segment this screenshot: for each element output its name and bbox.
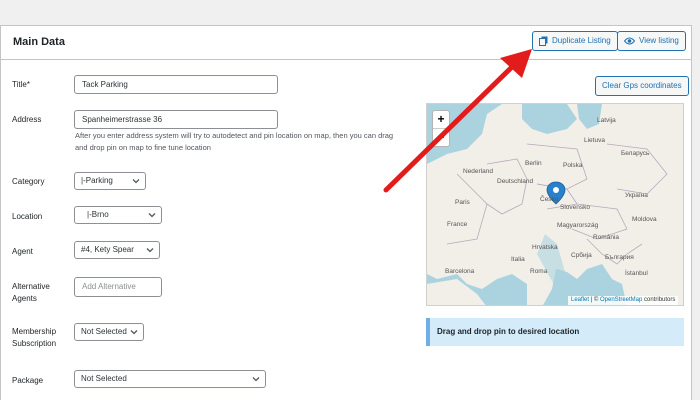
map-label: Nederland <box>463 168 493 175</box>
drag-pin-notice: Drag and drop pin to desired location <box>426 318 684 346</box>
location-select[interactable]: |-Brno <box>74 206 162 224</box>
category-select[interactable]: |-Parking <box>74 172 146 190</box>
map-label: България <box>605 254 634 261</box>
address-input[interactable]: Spanheimerstrasse 36 <box>74 110 278 129</box>
map-label: Slovensko <box>560 204 590 211</box>
map-label: France <box>447 221 468 228</box>
map-label: Česko <box>540 196 559 203</box>
chevron-down-icon <box>146 248 154 253</box>
map-label: Lietuva <box>584 137 605 144</box>
map-label: Italia <box>511 256 525 263</box>
attribution-tail: contributors <box>642 297 676 303</box>
map-label: Беларусь <box>621 150 650 157</box>
clear-gps-label: Clear Gps coordinates <box>602 81 682 90</box>
title-label: Title* <box>12 80 30 89</box>
duplicate-listing-button[interactable]: Duplicate Listing <box>532 31 618 51</box>
attribution-separator: | © <box>589 297 600 303</box>
map-label: România <box>593 234 620 241</box>
map-label: Moldova <box>632 216 657 223</box>
map-label: Hrvatska <box>532 244 558 251</box>
address-help-text: After you enter address system will try … <box>75 131 394 152</box>
leaflet-link[interactable]: Leaflet <box>571 297 589 303</box>
package-select[interactable]: Not Selected <box>74 370 266 388</box>
package-label: Package <box>12 376 44 385</box>
map-zoom-control: + − <box>432 110 450 147</box>
membership-value: Not Selected <box>81 327 127 336</box>
map-label: Србија <box>571 252 592 259</box>
chevron-down-icon <box>132 179 140 184</box>
address-label: Address <box>12 115 42 124</box>
location-value: |-Brno <box>87 210 109 219</box>
location-map[interactable]: Latvija Lietuva Berlin Nederland Deutsch… <box>426 103 684 306</box>
clear-gps-button[interactable]: Clear Gps coordinates <box>595 76 689 96</box>
package-value: Not Selected <box>81 374 127 383</box>
map-attribution: Leaflet | © OpenStreetMap contributors <box>568 296 679 305</box>
agent-select[interactable]: #4, Kety Spear <box>74 241 160 259</box>
view-listing-button[interactable]: View listing <box>617 31 686 51</box>
category-label: Category <box>12 177 45 186</box>
map-label: Latvija <box>597 117 616 124</box>
agent-value: #4, Kety Spear <box>81 245 134 254</box>
map-label: Magyarország <box>557 222 599 229</box>
zoom-in-button[interactable]: + <box>433 111 449 129</box>
panel-title: Main Data <box>13 36 65 48</box>
map-label: İstanbul <box>625 270 648 277</box>
alternative-agents-input[interactable]: Add Alternative <box>74 277 162 297</box>
map-label: Roma <box>530 268 548 275</box>
map-label: Polska <box>563 162 583 169</box>
agent-label: Agent <box>12 247 33 256</box>
title-input[interactable]: Tack Parking <box>74 75 278 94</box>
map-label: Paris <box>455 199 470 206</box>
map-label: Berlin <box>525 160 542 167</box>
eye-icon <box>624 37 635 45</box>
map-label: Україна <box>625 192 648 199</box>
map-label: Deutschland <box>497 178 534 185</box>
openstreetmap-link[interactable]: OpenStreetMap <box>600 297 642 303</box>
chevron-down-icon <box>148 213 156 218</box>
copy-icon <box>539 36 548 46</box>
zoom-out-button[interactable]: − <box>433 129 449 147</box>
chevron-down-icon <box>130 330 138 335</box>
chevron-down-icon <box>252 377 260 382</box>
view-listing-label: View listing <box>639 36 679 45</box>
membership-label: Membership Subscription <box>12 327 57 348</box>
duplicate-listing-label: Duplicate Listing <box>552 36 611 45</box>
map-label: Barcelona <box>445 268 475 275</box>
category-value: |-Parking <box>81 176 113 185</box>
alternative-agents-label: Alternative Agents <box>12 282 50 303</box>
membership-select[interactable]: Not Selected <box>74 323 144 341</box>
location-label: Location <box>12 212 43 221</box>
